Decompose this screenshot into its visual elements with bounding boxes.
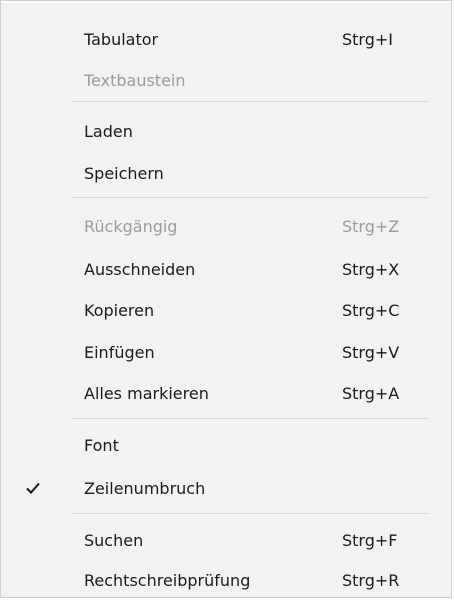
menu-item-tabulator[interactable]: Tabulator Strg+I <box>1 19 451 59</box>
menu-item-ausschneiden[interactable]: Ausschneiden Strg+X <box>1 249 451 289</box>
menu-item-label: Zeilenumbruch <box>84 478 206 498</box>
menu-item-einfuegen[interactable]: Einfügen Strg+V <box>1 332 451 372</box>
menu-item-shortcut: Strg+F <box>342 530 398 550</box>
menu-item-shortcut: Strg+Z <box>342 216 400 236</box>
menu-item-shortcut: Strg+X <box>342 259 400 279</box>
menu-item-font[interactable]: Font <box>1 425 451 465</box>
menu-item-label: Alles markieren <box>84 383 209 403</box>
menu-item-label: Laden <box>84 121 133 141</box>
menu-item-label: Speichern <box>84 163 164 183</box>
menu-separator <box>71 101 429 102</box>
menu-item-laden[interactable]: Laden <box>1 111 451 151</box>
menu-item-textbaustein: Textbaustein <box>1 60 451 100</box>
menu-item-label: Font <box>84 435 119 455</box>
menu-item-shortcut: Strg+R <box>342 570 400 590</box>
menu-separator <box>71 513 429 514</box>
menu-item-kopieren[interactable]: Kopieren Strg+C <box>1 290 451 330</box>
menu-separator <box>71 418 429 419</box>
menu-item-label: Ausschneiden <box>84 259 196 279</box>
menu-item-label: Kopieren <box>84 300 155 320</box>
menu-item-rechtschreibpruefung[interactable]: Rechtschreibprüfung Strg+R <box>1 560 451 600</box>
context-menu: Tabulator Strg+I Textbaustein Laden Spei… <box>0 0 452 598</box>
menu-item-zeilenumbruch[interactable]: Zeilenumbruch <box>1 468 451 508</box>
menu-item-suchen[interactable]: Suchen Strg+F <box>1 520 451 560</box>
menu-item-rueckgaengig: Rückgängig Strg+Z <box>1 206 451 246</box>
menu-item-label: Rechtschreibprüfung <box>84 570 251 590</box>
menu-item-label: Einfügen <box>84 342 155 362</box>
menu-separator <box>71 197 429 198</box>
menu-item-label: Tabulator <box>84 29 159 49</box>
menu-item-label: Textbaustein <box>84 70 186 90</box>
menu-item-shortcut: Strg+C <box>342 300 400 320</box>
menu-item-label: Suchen <box>84 530 144 550</box>
checkmark-icon <box>25 480 41 496</box>
menu-top-edge <box>1 1 451 3</box>
menu-item-alles-markieren[interactable]: Alles markieren Strg+A <box>1 373 451 413</box>
menu-item-shortcut: Strg+I <box>342 29 394 49</box>
menu-item-speichern[interactable]: Speichern <box>1 153 451 193</box>
menu-item-label: Rückgängig <box>84 216 178 236</box>
menu-item-shortcut: Strg+V <box>342 342 400 362</box>
menu-item-shortcut: Strg+A <box>342 383 400 403</box>
